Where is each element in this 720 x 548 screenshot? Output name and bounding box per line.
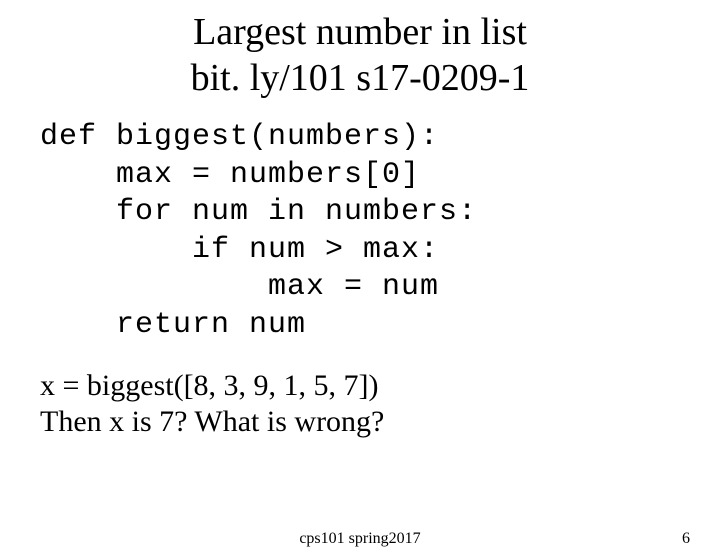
outro-line-2: Then x is 7? What is wrong?: [40, 404, 720, 440]
outro-text: x = biggest([8, 3, 9, 1, 5, 7]) Then x i…: [0, 344, 720, 440]
title-line-1: Largest number in list: [0, 10, 720, 56]
outro-line-1: x = biggest([8, 3, 9, 1, 5, 7]): [40, 368, 720, 404]
footer-page-number: 6: [682, 530, 690, 548]
title-line-2: bit. ly/101 s17-0209-1: [0, 56, 720, 102]
slide-title: Largest number in list bit. ly/101 s17-0…: [0, 0, 720, 101]
code-block: def biggest(numbers): max = numbers[0] f…: [0, 101, 720, 344]
footer-course: cps101 spring2017: [0, 530, 720, 548]
